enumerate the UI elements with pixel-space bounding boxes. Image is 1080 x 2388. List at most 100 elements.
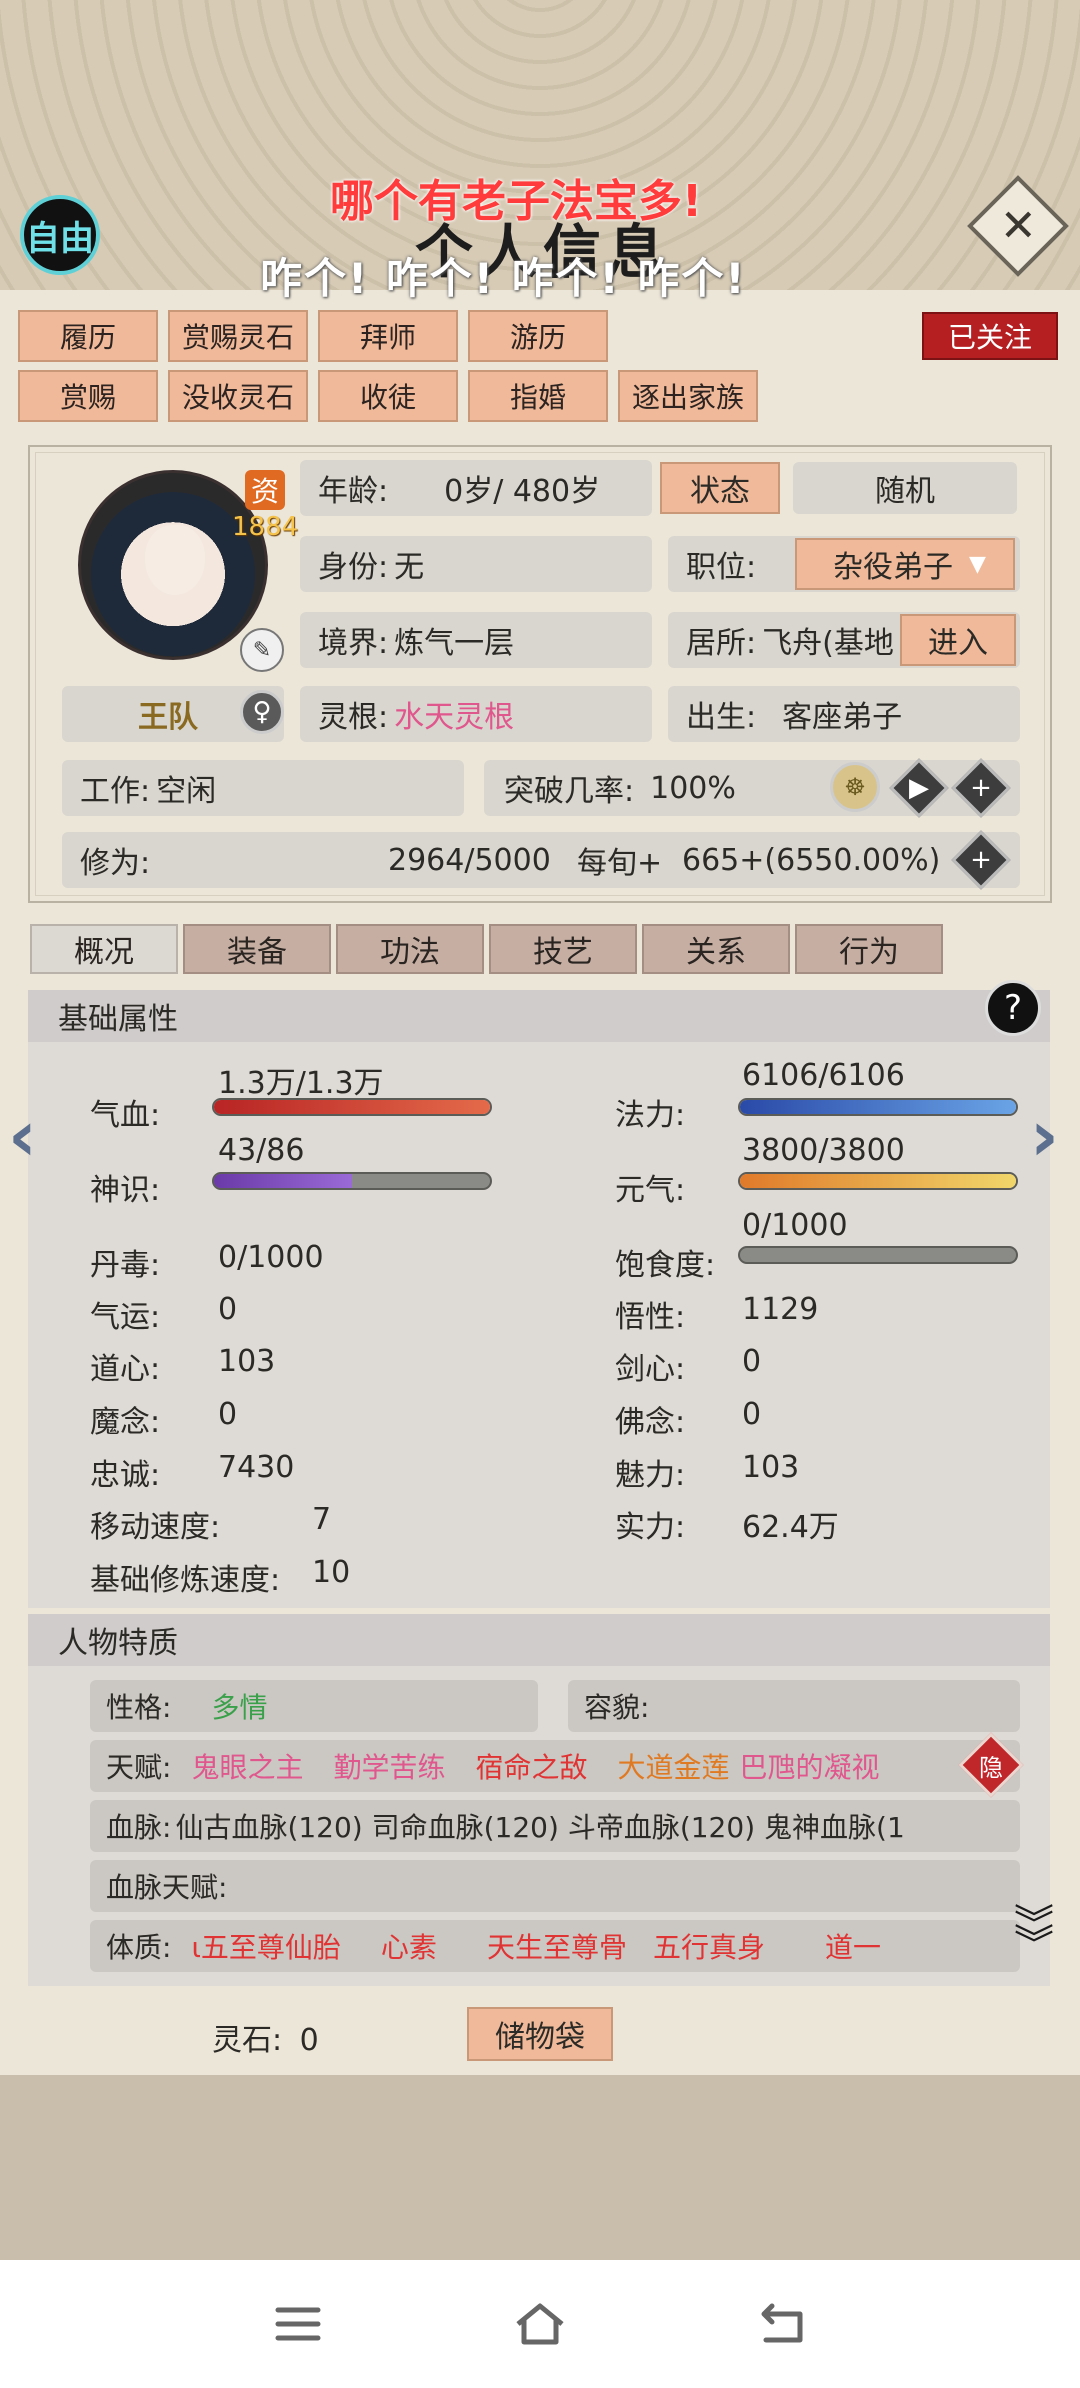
talent-label: 天赋: bbox=[106, 1751, 172, 1784]
aptitude-value: 1884 bbox=[232, 512, 299, 542]
personality-row: 性格: 多情 bbox=[90, 1680, 538, 1732]
character-name: 王队 bbox=[138, 700, 198, 735]
daoxin-value: 103 bbox=[218, 1344, 276, 1379]
physique-item[interactable]: ι五至尊仙胎 bbox=[191, 1926, 340, 1966]
loyalty-value: 7430 bbox=[218, 1450, 295, 1485]
arrange-marriage-button[interactable]: 指婚 bbox=[468, 370, 608, 422]
danmaku-comment-2: 咋个! 咋个! 咋个! 咋个! bbox=[260, 254, 747, 303]
talent-item[interactable]: 勤学苦练 bbox=[333, 1746, 445, 1786]
realm-label: 境界: bbox=[318, 626, 389, 661]
home-icon[interactable] bbox=[510, 2296, 570, 2352]
enter-button[interactable]: 进入 bbox=[900, 614, 1016, 666]
residence-label: 居所: bbox=[686, 626, 757, 661]
tab-actions[interactable]: 行为 bbox=[795, 924, 943, 974]
status-button[interactable]: 状态 bbox=[660, 462, 780, 514]
yuanqi-label: 元气: bbox=[615, 1173, 686, 1208]
danmaku-comment-1: 哪个有老子法宝多! bbox=[330, 176, 703, 227]
talent-item[interactable]: 大道金莲 bbox=[617, 1746, 729, 1786]
spirit-stone: 灵石: 0 bbox=[212, 2015, 319, 2059]
yuanqi-bar bbox=[738, 1172, 1018, 1190]
talent-item[interactable]: 巴虺的凝视 bbox=[740, 1746, 880, 1786]
talent-row: 天赋: 鬼眼之主 勤学苦练 宿命之敌 大道金莲 巴虺的凝视 bbox=[90, 1740, 1020, 1792]
back-icon[interactable] bbox=[752, 2296, 812, 2352]
follow-button[interactable]: 已关注 bbox=[922, 312, 1058, 360]
tab-relations[interactable]: 关系 bbox=[642, 924, 790, 974]
cultivation-label: 修为: bbox=[80, 846, 151, 881]
birth-label: 出生: bbox=[686, 700, 757, 735]
appearance-label: 容貌: bbox=[584, 1691, 650, 1724]
confiscate-stone-button[interactable]: 没收灵石 bbox=[168, 370, 308, 422]
tab-techniques[interactable]: 功法 bbox=[336, 924, 484, 974]
physique-item[interactable]: 心素 bbox=[381, 1926, 437, 1966]
per-tick-label: 每旬+ bbox=[577, 846, 663, 881]
age-value: 0岁/ 480岁 bbox=[444, 474, 601, 509]
take-disciple-button[interactable]: 收徒 bbox=[318, 370, 458, 422]
double-chevron-down-icon[interactable]: ︾ ︾ bbox=[1014, 1905, 1054, 1965]
expel-clan-button[interactable]: 逐出家族 bbox=[618, 370, 758, 422]
tab-skills[interactable]: 技艺 bbox=[489, 924, 637, 974]
fali-bar bbox=[738, 1098, 1018, 1116]
apprentice-button[interactable]: 拜师 bbox=[318, 310, 458, 362]
bloodline-label: 血脉: bbox=[106, 1811, 172, 1844]
chevron-left-icon[interactable]: ‹ bbox=[8, 1095, 37, 1177]
power-value: 62.4万 bbox=[742, 1510, 839, 1545]
aptitude-badge: 资 bbox=[245, 470, 286, 510]
yuanqi-value: 3800/3800 bbox=[742, 1133, 905, 1168]
meditation-icon[interactable]: ☸ bbox=[830, 762, 880, 812]
personality-label: 性格: bbox=[106, 1691, 172, 1724]
physique-item[interactable]: 道一 bbox=[825, 1926, 881, 1966]
system-nav-bar bbox=[0, 2260, 1080, 2388]
age-label: 年龄: bbox=[318, 474, 389, 509]
power-label: 实力: bbox=[615, 1510, 686, 1545]
female-gender-icon: ♀ bbox=[240, 690, 284, 734]
luck-value: 0 bbox=[218, 1292, 238, 1327]
basic-attributes-header: 基础属性 bbox=[28, 990, 1050, 1042]
cultivate-speed-value: 10 bbox=[312, 1555, 351, 1590]
qixue-bar-fill bbox=[214, 1100, 490, 1114]
charm-value: 103 bbox=[742, 1450, 800, 1485]
edit-pen-icon[interactable]: ✎ bbox=[240, 628, 284, 672]
reward-stone-button[interactable]: 赏赐灵石 bbox=[168, 310, 308, 362]
loyalty-label: 忠诚: bbox=[90, 1458, 161, 1493]
daoxin-label: 道心: bbox=[90, 1352, 161, 1387]
position-select[interactable]: 杂役弟子 ▼ bbox=[795, 538, 1015, 590]
tab-equipment[interactable]: 装备 bbox=[183, 924, 331, 974]
free-mode-badge[interactable]: 自由 bbox=[20, 195, 100, 275]
help-icon[interactable]: ? bbox=[985, 980, 1041, 1036]
reward-button[interactable]: 赏赐 bbox=[18, 370, 158, 422]
bottom-area bbox=[0, 2075, 1080, 2260]
breakthrough-value: 100% bbox=[650, 770, 736, 806]
charm-label: 魅力: bbox=[615, 1458, 686, 1493]
realm-field: 境界: 炼气一层 bbox=[300, 612, 652, 668]
random-button[interactable]: 随机 bbox=[793, 462, 1017, 514]
chevron-right-icon[interactable]: › bbox=[1030, 1095, 1059, 1177]
identity-label: 身份: bbox=[318, 550, 389, 585]
menu-icon[interactable] bbox=[268, 2296, 328, 2352]
satiety-bar bbox=[738, 1246, 1018, 1264]
spirit-root-value: 水天灵根 bbox=[394, 700, 515, 735]
storage-bag-button[interactable]: 储物袋 bbox=[467, 2007, 613, 2061]
fonian-label: 佛念: bbox=[615, 1405, 686, 1440]
talent-item[interactable]: 宿命之敌 bbox=[475, 1746, 587, 1786]
shenshi-bar bbox=[212, 1172, 492, 1190]
monian-value: 0 bbox=[218, 1397, 238, 1432]
physique-row: 体质: ι五至尊仙胎 心素 天生至尊骨 五行真身 道一 bbox=[90, 1920, 1020, 1972]
talent-item[interactable]: 鬼眼之主 bbox=[191, 1746, 303, 1786]
physique-item[interactable]: 天生至尊骨 bbox=[487, 1926, 627, 1966]
spirit-root-field: 灵根: 水天灵根 bbox=[300, 686, 652, 742]
spirit-stone-value: 0 bbox=[299, 2023, 319, 2058]
birth-field: 出生: 客座弟子 bbox=[668, 686, 1020, 742]
physique-item[interactable]: 五行真身 bbox=[653, 1926, 765, 1966]
tab-overview[interactable]: 概况 bbox=[30, 924, 178, 974]
basic-attributes-title: 基础属性 bbox=[58, 1002, 178, 1037]
realm-value: 炼气一层 bbox=[394, 626, 515, 661]
history-button[interactable]: 履历 bbox=[18, 310, 158, 362]
fali-label: 法力: bbox=[615, 1098, 686, 1133]
spirit-root-label: 灵根: bbox=[318, 700, 389, 735]
travel-button[interactable]: 游历 bbox=[468, 310, 608, 362]
qixue-label: 气血: bbox=[90, 1098, 161, 1133]
cultivate-speed-label: 基础修炼速度: bbox=[90, 1563, 281, 1598]
dandu-label: 丹毒: bbox=[90, 1248, 161, 1283]
work-value: 空闲 bbox=[156, 774, 217, 809]
satiety-value: 0/1000 bbox=[742, 1208, 848, 1243]
